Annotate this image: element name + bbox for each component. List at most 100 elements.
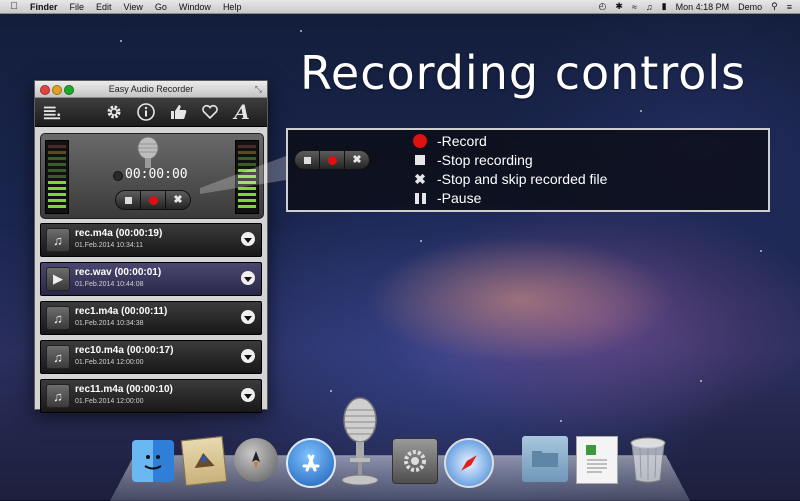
microphone-dock-icon[interactable] bbox=[336, 396, 384, 488]
app-window: Easy Audio Recorder ⤡ A 00:00:00 ✖ ♫ rec… bbox=[34, 80, 268, 413]
legend-record: -Record bbox=[412, 133, 487, 149]
launchpad-rocket-icon[interactable] bbox=[234, 438, 278, 482]
recording-item[interactable]: ♫ rec.m4a (00:00:19) 01.Feb.2014 10:34:1… bbox=[40, 223, 262, 257]
volume-icon[interactable]: ♫ bbox=[646, 2, 653, 12]
stop-square-icon bbox=[303, 156, 311, 164]
callout-controls-preview: ✖ bbox=[294, 150, 370, 170]
stop-button[interactable] bbox=[116, 191, 140, 209]
recording-name: rec11.m4a (00:00:10) bbox=[75, 384, 173, 395]
callout-pointer bbox=[200, 156, 286, 194]
list-icon[interactable]: ≡ bbox=[787, 2, 792, 12]
skip-button[interactable]: ✖ bbox=[165, 191, 190, 209]
skip-x-icon: ✖ bbox=[414, 171, 426, 187]
music-note-icon[interactable]: ♫ bbox=[46, 384, 70, 408]
recording-name: rec1.m4a (00:00:11) bbox=[75, 306, 168, 317]
bluetooth-icon[interactable]: ✱ bbox=[615, 1, 623, 12]
chevron-down-icon[interactable] bbox=[241, 349, 255, 363]
document-icon[interactable] bbox=[576, 436, 618, 484]
recording-item[interactable]: ♫ rec11.m4a (00:00:10) 01.Feb.2014 12:00… bbox=[40, 379, 262, 413]
legend-skip: ✖ -Stop and skip recorded file bbox=[412, 171, 607, 187]
window-title: Easy Audio Recorder bbox=[108, 84, 194, 94]
menu-view[interactable]: View bbox=[124, 2, 143, 12]
recording-item-selected[interactable]: ▶ rec.wav (00:00:01) 01.Feb.2014 10:44:0… bbox=[40, 262, 262, 296]
pause-icon bbox=[412, 190, 428, 206]
time-machine-icon[interactable]: ◴ bbox=[599, 1, 607, 12]
apple-menu-icon[interactable]:  bbox=[8, 1, 20, 12]
recording-controls: ✖ bbox=[115, 190, 191, 210]
toolbar: A bbox=[35, 98, 267, 127]
music-note-icon[interactable]: ♫ bbox=[46, 228, 70, 252]
window-titlebar[interactable]: Easy Audio Recorder ⤡ bbox=[35, 81, 267, 98]
search-icon[interactable]: ⚲ bbox=[771, 1, 778, 12]
mail-stamp-icon[interactable] bbox=[180, 435, 228, 487]
applications-folder-icon[interactable] bbox=[522, 436, 568, 482]
red-record-icon bbox=[327, 155, 337, 165]
font-a-icon[interactable]: A bbox=[233, 100, 251, 124]
finder-icon[interactable] bbox=[132, 440, 174, 482]
page-headline: Recording controls bbox=[300, 46, 747, 100]
recordings-list: ♫ rec.m4a (00:00:19) 01.Feb.2014 10:34:1… bbox=[40, 223, 262, 418]
chevron-down-icon[interactable] bbox=[241, 271, 255, 285]
skip-button-preview: ✖ bbox=[344, 151, 369, 169]
recording-item[interactable]: ♫ rec10.m4a (00:00:17) 01.Feb.2014 12:00… bbox=[40, 340, 262, 374]
play-icon[interactable]: ▶ bbox=[46, 267, 70, 291]
legend-label: -Record bbox=[437, 133, 487, 149]
wifi-icon[interactable]: ≈ bbox=[632, 2, 637, 12]
red-record-icon bbox=[148, 195, 158, 205]
recording-name: rec.m4a (00:00:19) bbox=[75, 228, 163, 239]
status-led bbox=[113, 171, 123, 181]
menu-window[interactable]: Window bbox=[179, 2, 211, 12]
skip-x-icon: ✖ bbox=[173, 193, 183, 206]
chevron-down-icon[interactable] bbox=[241, 388, 255, 402]
close-button[interactable] bbox=[40, 85, 50, 95]
red-record-icon bbox=[412, 133, 428, 149]
recording-date: 01.Feb.2014 10:44:08 bbox=[75, 281, 144, 288]
legend-pause: -Pause bbox=[412, 190, 481, 206]
legend-stop: -Stop recording bbox=[412, 152, 533, 168]
controls-callout: ✖ -Record -Stop recording ✖ -Stop and sk… bbox=[286, 128, 770, 212]
recording-name: rec.wav (00:00:01) bbox=[75, 267, 162, 278]
legend-label: -Pause bbox=[437, 190, 482, 206]
battery-icon[interactable]: ▮ bbox=[662, 1, 667, 12]
record-button[interactable] bbox=[140, 191, 165, 209]
recording-name: rec10.m4a (00:00:17) bbox=[75, 345, 174, 356]
recording-date: 01.Feb.2014 10:34:11 bbox=[75, 242, 143, 249]
menu-file[interactable]: File bbox=[70, 2, 85, 12]
minimize-button[interactable] bbox=[52, 85, 62, 95]
microphone-icon bbox=[137, 136, 159, 168]
stop-square-icon bbox=[412, 152, 428, 168]
zoom-button[interactable] bbox=[64, 85, 74, 95]
thumbs-up-icon[interactable] bbox=[169, 103, 187, 121]
info-icon[interactable] bbox=[137, 103, 155, 121]
trash-icon[interactable] bbox=[628, 436, 668, 484]
menu-user[interactable]: Demo bbox=[738, 2, 762, 12]
gear-icon[interactable] bbox=[105, 103, 123, 121]
menu-finder[interactable]: Finder bbox=[30, 2, 58, 12]
recording-item[interactable]: ♫ rec1.m4a (00:00:11) 01.Feb.2014 10:34:… bbox=[40, 301, 262, 335]
legend-label: -Stop recording bbox=[437, 152, 533, 168]
safari-compass-icon[interactable] bbox=[444, 438, 494, 488]
music-note-icon[interactable]: ♫ bbox=[46, 306, 70, 330]
stop-square-icon bbox=[124, 196, 132, 204]
menu-edit[interactable]: Edit bbox=[96, 2, 112, 12]
chevron-down-icon[interactable] bbox=[241, 310, 255, 324]
left-level-meter bbox=[45, 140, 69, 214]
menu-go[interactable]: Go bbox=[155, 2, 167, 12]
music-note-icon[interactable]: ♫ bbox=[46, 345, 70, 369]
heart-icon[interactable] bbox=[201, 103, 219, 121]
skip-x-icon: ✖ bbox=[352, 153, 362, 166]
recording-date: 01.Feb.2014 12:00:00 bbox=[75, 359, 144, 366]
recording-date: 01.Feb.2014 12:00:00 bbox=[75, 398, 144, 405]
fullscreen-icon[interactable]: ⤡ bbox=[255, 81, 262, 97]
stop-button-preview bbox=[295, 151, 319, 169]
menu-bar:  Finder File Edit View Go Window Help ◴… bbox=[0, 0, 800, 14]
chevron-down-icon[interactable] bbox=[241, 232, 255, 246]
system-preferences-gear-icon[interactable] bbox=[392, 438, 438, 484]
app-store-icon[interactable] bbox=[286, 438, 336, 488]
recording-date: 01.Feb.2014 10:34:38 bbox=[75, 320, 144, 327]
legend-label: -Stop and skip recorded file bbox=[437, 171, 608, 187]
playlist-menu-icon[interactable] bbox=[43, 103, 61, 121]
menu-clock[interactable]: Mon 4:18 PM bbox=[676, 2, 730, 12]
menu-help[interactable]: Help bbox=[223, 2, 242, 12]
record-button-preview bbox=[319, 151, 344, 169]
